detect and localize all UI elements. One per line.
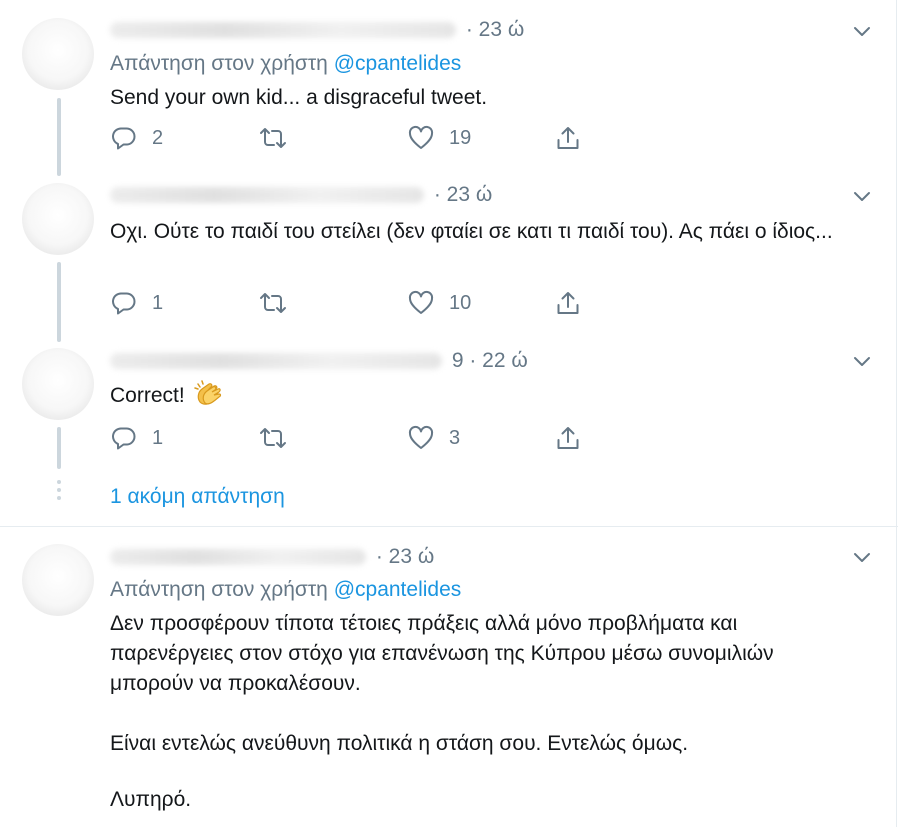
reply-count: 1 [152, 426, 164, 449]
mention-link[interactable]: @cpantelides [334, 578, 462, 601]
mention-link[interactable]: @cpantelides [334, 52, 462, 75]
tweet-text-paragraph: Δεν προσφέρουν τίποτα τέτοιες πράξεις αλ… [110, 612, 774, 695]
thread-line [57, 427, 61, 469]
tweet-timestamp[interactable]: 9 · 22 ώ [452, 349, 528, 372]
retweet-button[interactable] [257, 424, 289, 452]
reply-count: 1 [152, 291, 164, 314]
reply-prefix: Απάντηση στον χρήστη [110, 52, 328, 75]
reply-context: Απάντηση στον χρήστη @cpantelides [110, 578, 461, 602]
retweet-icon [260, 428, 286, 448]
chevron-down-icon[interactable] [852, 190, 872, 204]
share-button[interactable] [554, 124, 582, 152]
tweet-timestamp[interactable]: · 23 ώ [434, 183, 492, 206]
tweet-header: · 23 ώ [110, 18, 524, 42]
avatar[interactable] [22, 544, 94, 616]
reply-icon [112, 292, 136, 315]
redacted-username[interactable] [110, 353, 442, 370]
share-icon [557, 427, 579, 449]
redacted-username[interactable] [110, 549, 366, 566]
reply-button[interactable]: 1 [110, 289, 163, 317]
reply-prefix: Απάντηση στον χρήστη [110, 578, 328, 601]
tweet-header: · 23 ώ [110, 183, 492, 207]
share-button[interactable] [554, 289, 582, 317]
tweet-text: Send your own kid... a disgraceful tweet… [110, 86, 488, 109]
chevron-down-icon[interactable] [852, 355, 872, 369]
tweet-text: Correct! [110, 380, 224, 411]
like-count: 10 [449, 291, 472, 314]
like-count: 19 [449, 126, 472, 149]
tweet-text-body: Correct! [110, 384, 185, 407]
retweet-button[interactable] [257, 289, 289, 317]
show-more-replies-link[interactable]: 1 ακόμη απάντηση [110, 485, 285, 509]
tweet-timestamp[interactable]: · 23 ώ [376, 545, 434, 568]
share-button[interactable] [554, 424, 582, 452]
heart-icon [408, 290, 434, 314]
tweet-header: 9 · 22 ώ [110, 349, 528, 373]
reply-icon [112, 427, 136, 450]
reply-button[interactable]: 2 [110, 124, 163, 152]
timeline-border [896, 0, 897, 827]
avatar[interactable] [22, 183, 94, 255]
share-icon [557, 127, 579, 149]
retweet-button[interactable] [257, 124, 289, 152]
reply-context: Απάντηση στον χρήστη @cpantelides [110, 52, 461, 76]
redacted-username[interactable] [110, 187, 424, 204]
heart-icon [408, 125, 434, 149]
thread-dots [57, 480, 61, 504]
avatar[interactable] [22, 348, 94, 420]
reply-button[interactable]: 1 [110, 424, 163, 452]
tweet-text-paragraph: Είναι εντελώς ανεύθυνη πολιτικά η στάση … [110, 732, 689, 755]
chevron-down-icon[interactable] [852, 25, 872, 39]
reply-icon [112, 127, 136, 150]
retweet-icon [260, 293, 286, 313]
like-button[interactable]: 19 [407, 124, 471, 152]
share-icon [557, 292, 579, 314]
thread-line [57, 262, 61, 342]
like-count: 3 [449, 426, 461, 449]
clapping-hands-icon [193, 380, 221, 405]
like-button[interactable]: 10 [407, 289, 471, 317]
heart-icon [408, 425, 434, 449]
retweet-icon [260, 128, 286, 148]
tweet-text: Οχι. Ούτε το παιδί του στείλει (δεν φταί… [110, 220, 833, 243]
chevron-down-icon[interactable] [852, 551, 872, 565]
tweet-text-paragraph: Λυπηρό. [110, 788, 192, 811]
thread-line [57, 98, 61, 176]
reply-count: 2 [152, 126, 164, 149]
redacted-username[interactable] [110, 22, 456, 39]
avatar[interactable] [22, 18, 94, 90]
like-button[interactable]: 3 [407, 424, 460, 452]
thread-divider [0, 526, 898, 527]
tweet-timestamp[interactable]: · 23 ώ [466, 18, 524, 41]
tweet-header: · 23 ώ [110, 545, 434, 569]
